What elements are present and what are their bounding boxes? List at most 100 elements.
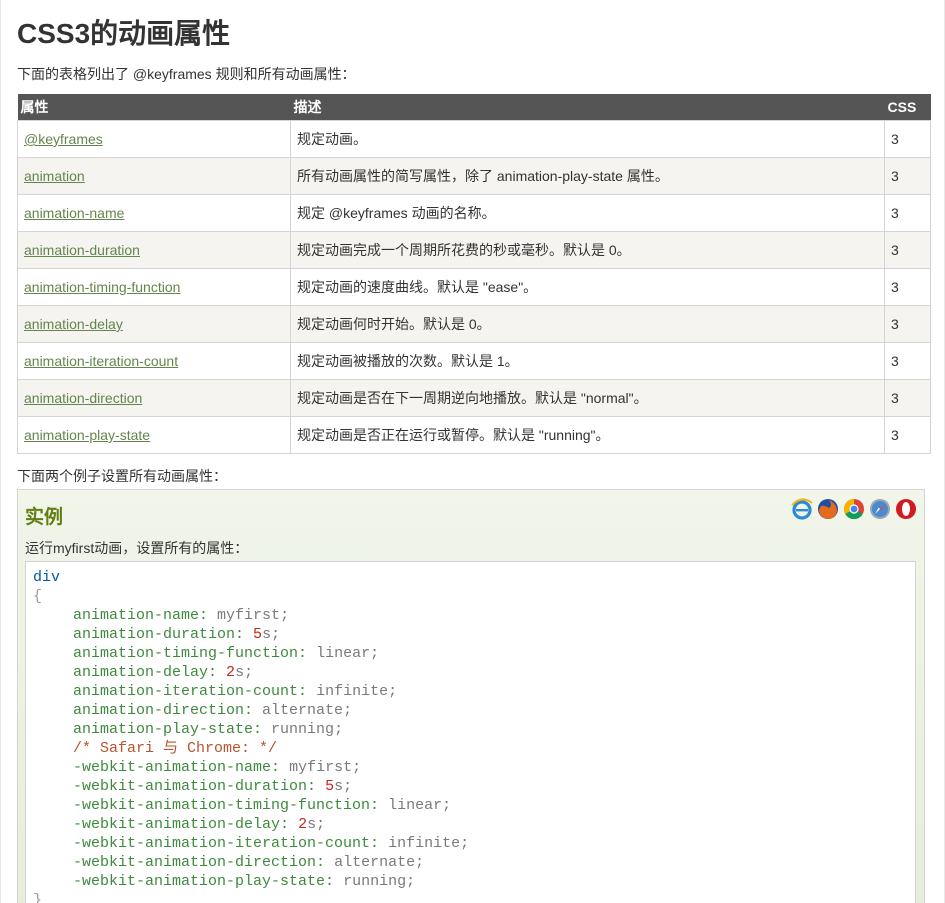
code-property: animation-direction: — [73, 702, 254, 719]
code-line: -webkit-animation-duration: 5s; — [73, 778, 353, 795]
code-value: alternate — [262, 702, 344, 719]
chrome-icon — [843, 498, 864, 520]
example-heading: 实例 — [25, 507, 64, 528]
ie-icon — [791, 498, 813, 520]
code-value: infinite — [316, 683, 389, 700]
header-description: 描述 — [290, 94, 885, 121]
code-number: 5 — [253, 626, 263, 643]
code-value: myfirst — [217, 607, 281, 624]
code-property: -webkit-animation-play-state: — [73, 873, 335, 890]
description-cell: 规定动画是否在下一周期逆向地播放。默认是 "normal"。 — [290, 379, 885, 417]
code-value: linear — [388, 797, 443, 814]
code-line: animation-timing-function: linear; — [73, 645, 380, 662]
intro-text: 下面的表格列出了 @keyframes 规则和所有动画属性： — [17, 66, 356, 82]
property-link[interactable]: animation — [24, 168, 85, 184]
css-version-cell: 3 — [884, 379, 931, 417]
code-line: animation-direction: alternate; — [73, 702, 353, 719]
table-row: animation-delay 规定动画何时开始。默认是 0。 3 — [17, 305, 931, 343]
css-version-cell: 3 — [884, 342, 931, 380]
property-cell: animation — [17, 157, 291, 195]
code-close-brace: } — [33, 892, 43, 903]
css-version-cell: 3 — [884, 416, 931, 454]
table-row: animation-timing-function 规定动画的速度曲线。默认是 "… — [17, 268, 931, 306]
code-comment: /* Safari 与 Chrome: */ — [73, 740, 278, 757]
code-line: -webkit-animation-play-state: running; — [73, 873, 416, 890]
code-line: } — [33, 891, 915, 903]
example-box: 实例 运行myfirst动画，设置所有的属性： div {animation-… — [17, 489, 925, 903]
code-property: animation-name: — [73, 607, 209, 624]
code-property: -webkit-animation-direction: — [73, 854, 326, 871]
css-version-cell: 3 — [884, 305, 931, 343]
firefox-icon — [818, 499, 838, 519]
description-cell: 规定动画何时开始。默认是 0。 — [290, 305, 885, 343]
property-link[interactable]: animation-delay — [24, 316, 123, 332]
opera-icon — [896, 499, 916, 519]
code-open-brace: { — [33, 588, 43, 605]
code-property: -webkit-animation-timing-function: — [73, 797, 380, 814]
table-row: @keyframes 规定动画。 3 — [17, 120, 931, 158]
code-line: animation-delay: 2s; — [73, 664, 254, 681]
code-line: animation-name: myfirst; — [73, 607, 290, 624]
code-property: -webkit-animation-name: — [73, 759, 281, 776]
css-version-cell: 3 — [884, 194, 931, 232]
table-row: animation-iteration-count 规定动画被播放的次数。默认是 … — [17, 342, 931, 380]
code-property: animation-iteration-count: — [73, 683, 308, 700]
description-cell: 所有动画属性的简写属性，除了 animation-play-state 属性。 — [290, 157, 885, 195]
code-property: animation-play-state: — [73, 721, 263, 738]
css-version-cell: 3 — [884, 157, 931, 195]
description-cell: 规定动画的速度曲线。默认是 "ease"。 — [290, 268, 885, 306]
code-line: -webkit-animation-delay: 2s; — [73, 816, 326, 833]
property-link[interactable]: animation-direction — [24, 390, 142, 406]
code-line: -webkit-animation-timing-function: linea… — [73, 797, 452, 814]
header-property: 属性 — [17, 94, 291, 121]
property-link[interactable]: animation-iteration-count — [24, 353, 178, 369]
css-version-cell: 3 — [884, 120, 931, 158]
code-line: { — [33, 587, 915, 606]
code-line: animation-iteration-count: infinite; — [73, 683, 398, 700]
code-line: -webkit-animation-direction: alternate; — [73, 854, 425, 871]
examples-intro-text: 下面两个例子设置所有动画属性： — [17, 468, 227, 484]
code-property: animation-duration: — [73, 626, 245, 643]
safari-icon — [870, 499, 890, 519]
code-property: animation-timing-function: — [73, 645, 308, 662]
code-line: -webkit-animation-name: myfirst; — [73, 759, 362, 776]
description-cell: 规定动画是否正在运行或暂停。默认是 "running"。 — [290, 416, 885, 454]
code-line: /* Safari 与 Chrome: */ — [33, 739, 915, 758]
code-number: 2 — [298, 816, 308, 833]
table-body: @keyframes 规定动画。 3 animation 所有动画属性的简写属性，除了 … — [17, 120, 931, 454]
example-description: 运行myfirst动画，设置所有的属性： — [25, 540, 249, 556]
table-row: animation 所有动画属性的简写属性，除了 animation-play-s… — [17, 157, 931, 195]
table-row: animation-direction 规定动画是否在下一周期逆向地播放。默认是 … — [17, 379, 931, 417]
code-value: running — [271, 721, 335, 738]
code-value: s — [262, 626, 272, 643]
code-value: s — [307, 816, 317, 833]
property-link[interactable]: animation-timing-function — [24, 279, 180, 295]
code-line: -webkit-animation-iteration-count: infin… — [73, 835, 470, 852]
browser-support-icons — [790, 497, 918, 521]
code-line: animation-duration: 5s; — [73, 626, 281, 643]
property-cell: @keyframes — [17, 120, 291, 158]
css-version-cell: 3 — [884, 231, 931, 269]
property-link[interactable]: animation-duration — [24, 242, 140, 258]
property-cell: animation-play-state — [17, 416, 291, 454]
property-cell: animation-iteration-count — [17, 342, 291, 380]
table-row: animation-play-state 规定动画是否正在运行或暂停。默认是 "r… — [17, 416, 931, 454]
description-cell: 规定动画完成一个周期所花费的秒或毫秒。默认是 0。 — [290, 231, 885, 269]
property-link[interactable]: @keyframes — [24, 131, 103, 147]
property-link[interactable]: animation-play-state — [24, 427, 150, 443]
code-value: myfirst — [289, 759, 353, 776]
code-value: infinite — [388, 835, 461, 852]
table-row: animation-name 规定 @keyframes 动画的名称。 3 — [17, 194, 931, 232]
property-cell: animation-timing-function — [17, 268, 291, 306]
code-value: running — [343, 873, 407, 890]
code-block: div { animation-name: myfirst; animation-du… — [25, 561, 916, 903]
code-value: linear — [316, 645, 371, 662]
code-property: animation-delay: — [73, 664, 218, 681]
property-link[interactable]: animation-name — [24, 205, 124, 221]
code-value: alternate — [334, 854, 416, 871]
code-number: 2 — [226, 664, 236, 681]
page: CSS3的动画属性 下面的表格列出了 @keyframes 规则和所有动画属性：… — [0, 0, 945, 903]
code-selector: div — [33, 569, 61, 586]
table-row: animation-duration 规定动画完成一个周期所花费的秒或毫秒。默认是… — [17, 231, 931, 269]
code-number: 5 — [325, 778, 335, 795]
